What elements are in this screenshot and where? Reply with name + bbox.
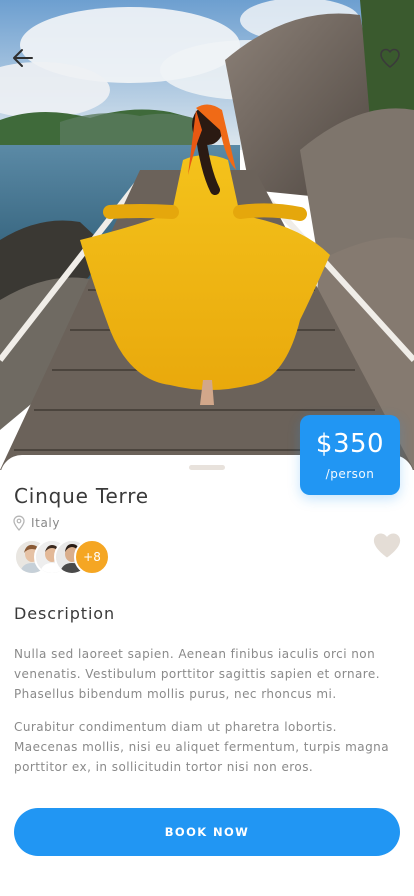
destination-title: Cinque Terre bbox=[14, 484, 149, 508]
description-heading: Description bbox=[14, 604, 116, 623]
sheet-drag-handle[interactable] bbox=[189, 465, 225, 470]
description-paragraph: Nulla sed laoreet sapien. Aenean finibus… bbox=[14, 647, 381, 701]
favorite-button[interactable] bbox=[372, 531, 404, 561]
description-paragraph: Curabitur condimentum diam ut pharetra l… bbox=[14, 720, 390, 774]
book-now-button[interactable]: BOOK NOW bbox=[14, 808, 400, 856]
heart-outline-icon bbox=[380, 48, 400, 68]
price-amount: $350 bbox=[315, 429, 385, 459]
map-pin-icon bbox=[13, 515, 25, 531]
back-button[interactable] bbox=[5, 40, 41, 76]
price-card: $350 /person bbox=[300, 415, 400, 495]
price-unit: /person bbox=[325, 467, 375, 481]
arrow-left-icon bbox=[13, 49, 33, 67]
favorite-toggle-top[interactable] bbox=[372, 40, 408, 76]
location-text: Italy bbox=[31, 516, 61, 530]
hero-image bbox=[0, 0, 414, 470]
location: Italy bbox=[12, 515, 60, 531]
heart-filled-icon bbox=[373, 533, 401, 558]
more-travelers-badge: +8 bbox=[74, 539, 110, 575]
